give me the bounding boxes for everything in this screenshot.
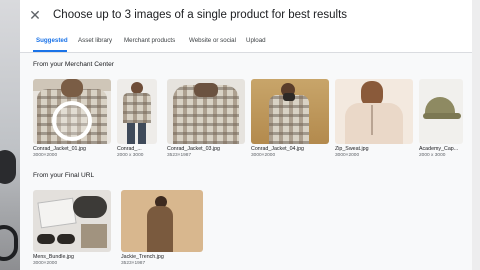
selected-indicator [52,101,92,141]
image-dimensions: 2000 x 3000 [419,153,446,158]
image-dimensions: 3000×2000 [335,153,360,158]
tab-suggested[interactable]: Suggested [36,37,68,44]
active-tab-indicator [33,50,67,52]
image-filename: Academy_Cap... [419,146,459,152]
image-filename: Conrad_Jacket_03.jpg [167,146,221,152]
close-icon[interactable]: ✕ [28,8,42,22]
image-dimensions: 3000×2000 [33,153,58,158]
final-url-heading: From your Final URL [33,172,95,179]
image-thumbnail [419,79,463,144]
image-dimensions: 3000×2000 [251,153,276,158]
dialog-header: ✕ Choose up to 3 images of a single prod… [20,0,472,32]
image-picker-dialog: ✕ Choose up to 3 images of a single prod… [20,0,472,270]
image-thumbnail [117,79,157,144]
tab-asset-library[interactable]: Asset library [78,37,112,44]
image-thumbnail [121,190,203,252]
image-filename: Conrad_Jacket_01.jpg [33,146,87,152]
tab-merchant-products[interactable]: Merchant products [124,37,175,44]
image-filename: Jackie_Trench.jpg [121,254,164,260]
tab-bar: Suggested Asset library Merchant product… [20,32,472,53]
image-dimensions: 2000 x 3000 [117,153,144,158]
background-page-right [472,0,480,270]
image-dimensions: 3523×1987 [167,153,192,158]
image-thumbnail [335,79,413,144]
image-filename: Mens_Bundle.jpg [33,254,74,260]
image-dimensions: 3523×1987 [121,261,146,266]
dialog-title: Choose up to 3 images of a single produc… [53,9,348,21]
image-filename: Zip_Sweat.jpg [335,146,369,152]
image-filename: Conrad_... [117,146,142,152]
image-thumbnail [33,79,111,144]
image-dimensions: 3000×2000 [33,261,58,266]
image-filename: Conrad_Jacket_04.jpg [251,146,305,152]
merchant-center-heading: From your Merchant Center [33,61,114,68]
tab-website-or-social[interactable]: Website or social [189,37,236,44]
background-earbuds-image [0,150,16,184]
tab-upload[interactable]: Upload [246,37,266,44]
image-thumbnail [251,79,329,144]
image-thumbnail [167,79,245,144]
image-thumbnail [33,190,111,252]
